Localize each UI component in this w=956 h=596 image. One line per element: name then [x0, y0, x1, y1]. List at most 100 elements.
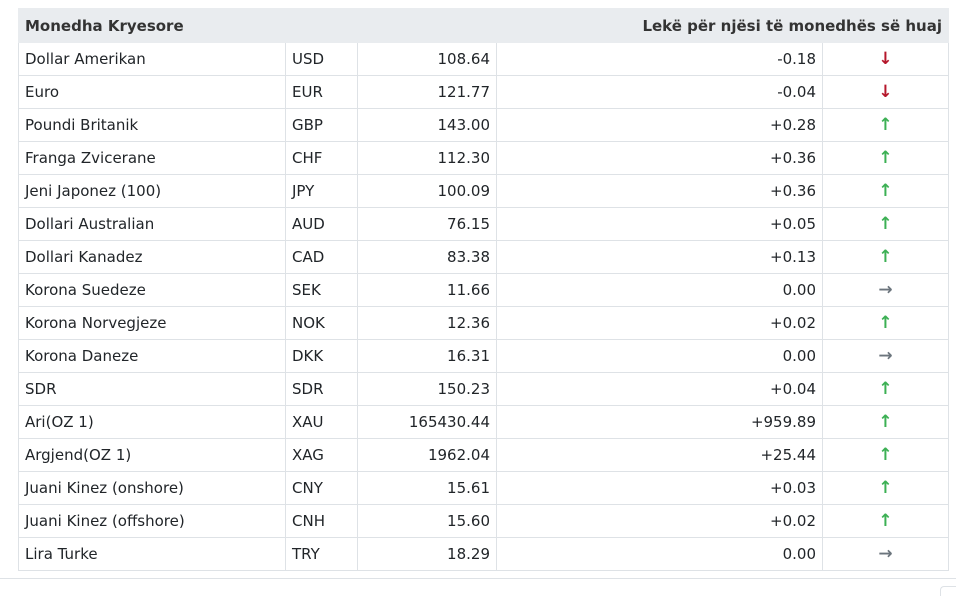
trend-cell: ↓: [822, 42, 949, 76]
currency-code: GBP: [285, 108, 358, 142]
currency-name: Dollar Amerikan: [18, 42, 286, 76]
trend-cell: ↑: [822, 108, 949, 142]
exchange-rate: 1962.04: [357, 438, 497, 472]
currency-code: TRY: [285, 537, 358, 571]
arrow-up-icon: ↑: [878, 214, 893, 234]
currency-code: USD: [285, 42, 358, 76]
arrow-up-icon: ↑: [878, 478, 893, 498]
currency-code: SDR: [285, 372, 358, 406]
currency-code: AUD: [285, 207, 358, 241]
trend-cell: ↓: [822, 75, 949, 109]
rate-change: +0.02: [496, 306, 823, 340]
currency-name: Dollari Australian: [18, 207, 286, 241]
currency-name: Franga Zvicerane: [18, 141, 286, 175]
trend-cell: ↑: [822, 438, 949, 472]
exchange-rate: 11.66: [357, 273, 497, 307]
table-row: Korona Daneze DKK 16.31 0.00 →: [18, 339, 949, 373]
rate-change: 0.00: [496, 273, 823, 307]
table-row: Lira Turke TRY 18.29 0.00 →: [18, 537, 949, 571]
table-title: Monedha Kryesore: [18, 8, 358, 43]
rate-change: +0.36: [496, 141, 823, 175]
trend-cell: ↑: [822, 405, 949, 439]
trend-cell: ↑: [822, 240, 949, 274]
table-body: Dollar Amerikan USD 108.64 -0.18 ↓ Euro EUR 121…: [18, 42, 949, 571]
rate-change: +25.44: [496, 438, 823, 472]
currency-name: Argjend(OZ 1): [18, 438, 286, 472]
arrow-down-icon: ↓: [878, 49, 893, 69]
exchange-rate: 15.60: [357, 504, 497, 538]
table-row: SDR SDR 150.23 +0.04 ↑: [18, 372, 949, 406]
currency-table-container: Monedha Kryesore Lekë për njësi të moned…: [18, 8, 949, 571]
rate-change: +0.02: [496, 504, 823, 538]
rate-change: +0.03: [496, 471, 823, 505]
arrow-right-icon: →: [878, 280, 893, 300]
arrow-up-icon: ↑: [878, 247, 893, 267]
exchange-rate: 112.30: [357, 141, 497, 175]
currency-code: JPY: [285, 174, 358, 208]
exchange-rate: 83.38: [357, 240, 497, 274]
exchange-rate: 16.31: [357, 339, 497, 373]
arrow-right-icon: →: [878, 346, 893, 366]
currency-code: NOK: [285, 306, 358, 340]
currency-code: DKK: [285, 339, 358, 373]
table-row: Dollari Australian AUD 76.15 +0.05 ↑: [18, 207, 949, 241]
table-row: Jeni Japonez (100) JPY 100.09 +0.36 ↑: [18, 174, 949, 208]
trend-cell: ↑: [822, 471, 949, 505]
arrow-down-icon: ↓: [878, 82, 893, 102]
rate-change: +0.36: [496, 174, 823, 208]
currency-name: Lira Turke: [18, 537, 286, 571]
exchange-rate: 108.64: [357, 42, 497, 76]
currency-name: Dollari Kanadez: [18, 240, 286, 274]
rate-change: 0.00: [496, 537, 823, 571]
rate-change: +0.05: [496, 207, 823, 241]
table-row: Dollar Amerikan USD 108.64 -0.18 ↓: [18, 42, 949, 76]
currency-code: CNH: [285, 504, 358, 538]
trend-cell: →: [822, 537, 949, 571]
currency-name: Juani Kinez (offshore): [18, 504, 286, 538]
arrow-up-icon: ↑: [878, 511, 893, 531]
table-header-row: Monedha Kryesore Lekë për njësi të moned…: [18, 8, 949, 43]
rate-change: 0.00: [496, 339, 823, 373]
trend-cell: ↑: [822, 372, 949, 406]
exchange-rate: 150.23: [357, 372, 497, 406]
arrow-up-icon: ↑: [878, 115, 893, 135]
currency-name: SDR: [18, 372, 286, 406]
currency-code: EUR: [285, 75, 358, 109]
currency-code: CHF: [285, 141, 358, 175]
trend-cell: ↑: [822, 306, 949, 340]
table-row: Argjend(OZ 1) XAG 1962.04 +25.44 ↑: [18, 438, 949, 472]
currency-name: Korona Daneze: [18, 339, 286, 373]
currency-name: Jeni Japonez (100): [18, 174, 286, 208]
table-row: Korona Norvegjeze NOK 12.36 +0.02 ↑: [18, 306, 949, 340]
rate-change: -0.04: [496, 75, 823, 109]
arrow-up-icon: ↑: [878, 313, 893, 333]
table-subtitle: Lekë për njësi të monedhës së huaj: [357, 8, 949, 43]
rate-change: +0.13: [496, 240, 823, 274]
exchange-rate: 76.15: [357, 207, 497, 241]
table-row: Korona Suedeze SEK 11.66 0.00 →: [18, 273, 949, 307]
currency-code: CAD: [285, 240, 358, 274]
rate-change: +0.04: [496, 372, 823, 406]
arrow-right-icon: →: [878, 544, 893, 564]
trend-cell: ↑: [822, 504, 949, 538]
exchange-rate: 100.09: [357, 174, 497, 208]
trend-cell: →: [822, 273, 949, 307]
scroll-corner: [940, 586, 956, 596]
arrow-up-icon: ↑: [878, 412, 893, 432]
currency-name: Poundi Britanik: [18, 108, 286, 142]
trend-cell: ↑: [822, 141, 949, 175]
exchange-rate: 18.29: [357, 537, 497, 571]
rate-change: -0.18: [496, 42, 823, 76]
exchange-rate: 165430.44: [357, 405, 497, 439]
table-row: Euro EUR 121.77 -0.04 ↓: [18, 75, 949, 109]
table-row: Juani Kinez (onshore) CNY 15.61 +0.03 ↑: [18, 471, 949, 505]
currency-code: XAU: [285, 405, 358, 439]
table-row: Franga Zvicerane CHF 112.30 +0.36 ↑: [18, 141, 949, 175]
rate-change: +0.28: [496, 108, 823, 142]
currency-code: SEK: [285, 273, 358, 307]
currency-name: Euro: [18, 75, 286, 109]
trend-cell: ↑: [822, 207, 949, 241]
currency-name: Ari(OZ 1): [18, 405, 286, 439]
arrow-up-icon: ↑: [878, 379, 893, 399]
arrow-up-icon: ↑: [878, 181, 893, 201]
